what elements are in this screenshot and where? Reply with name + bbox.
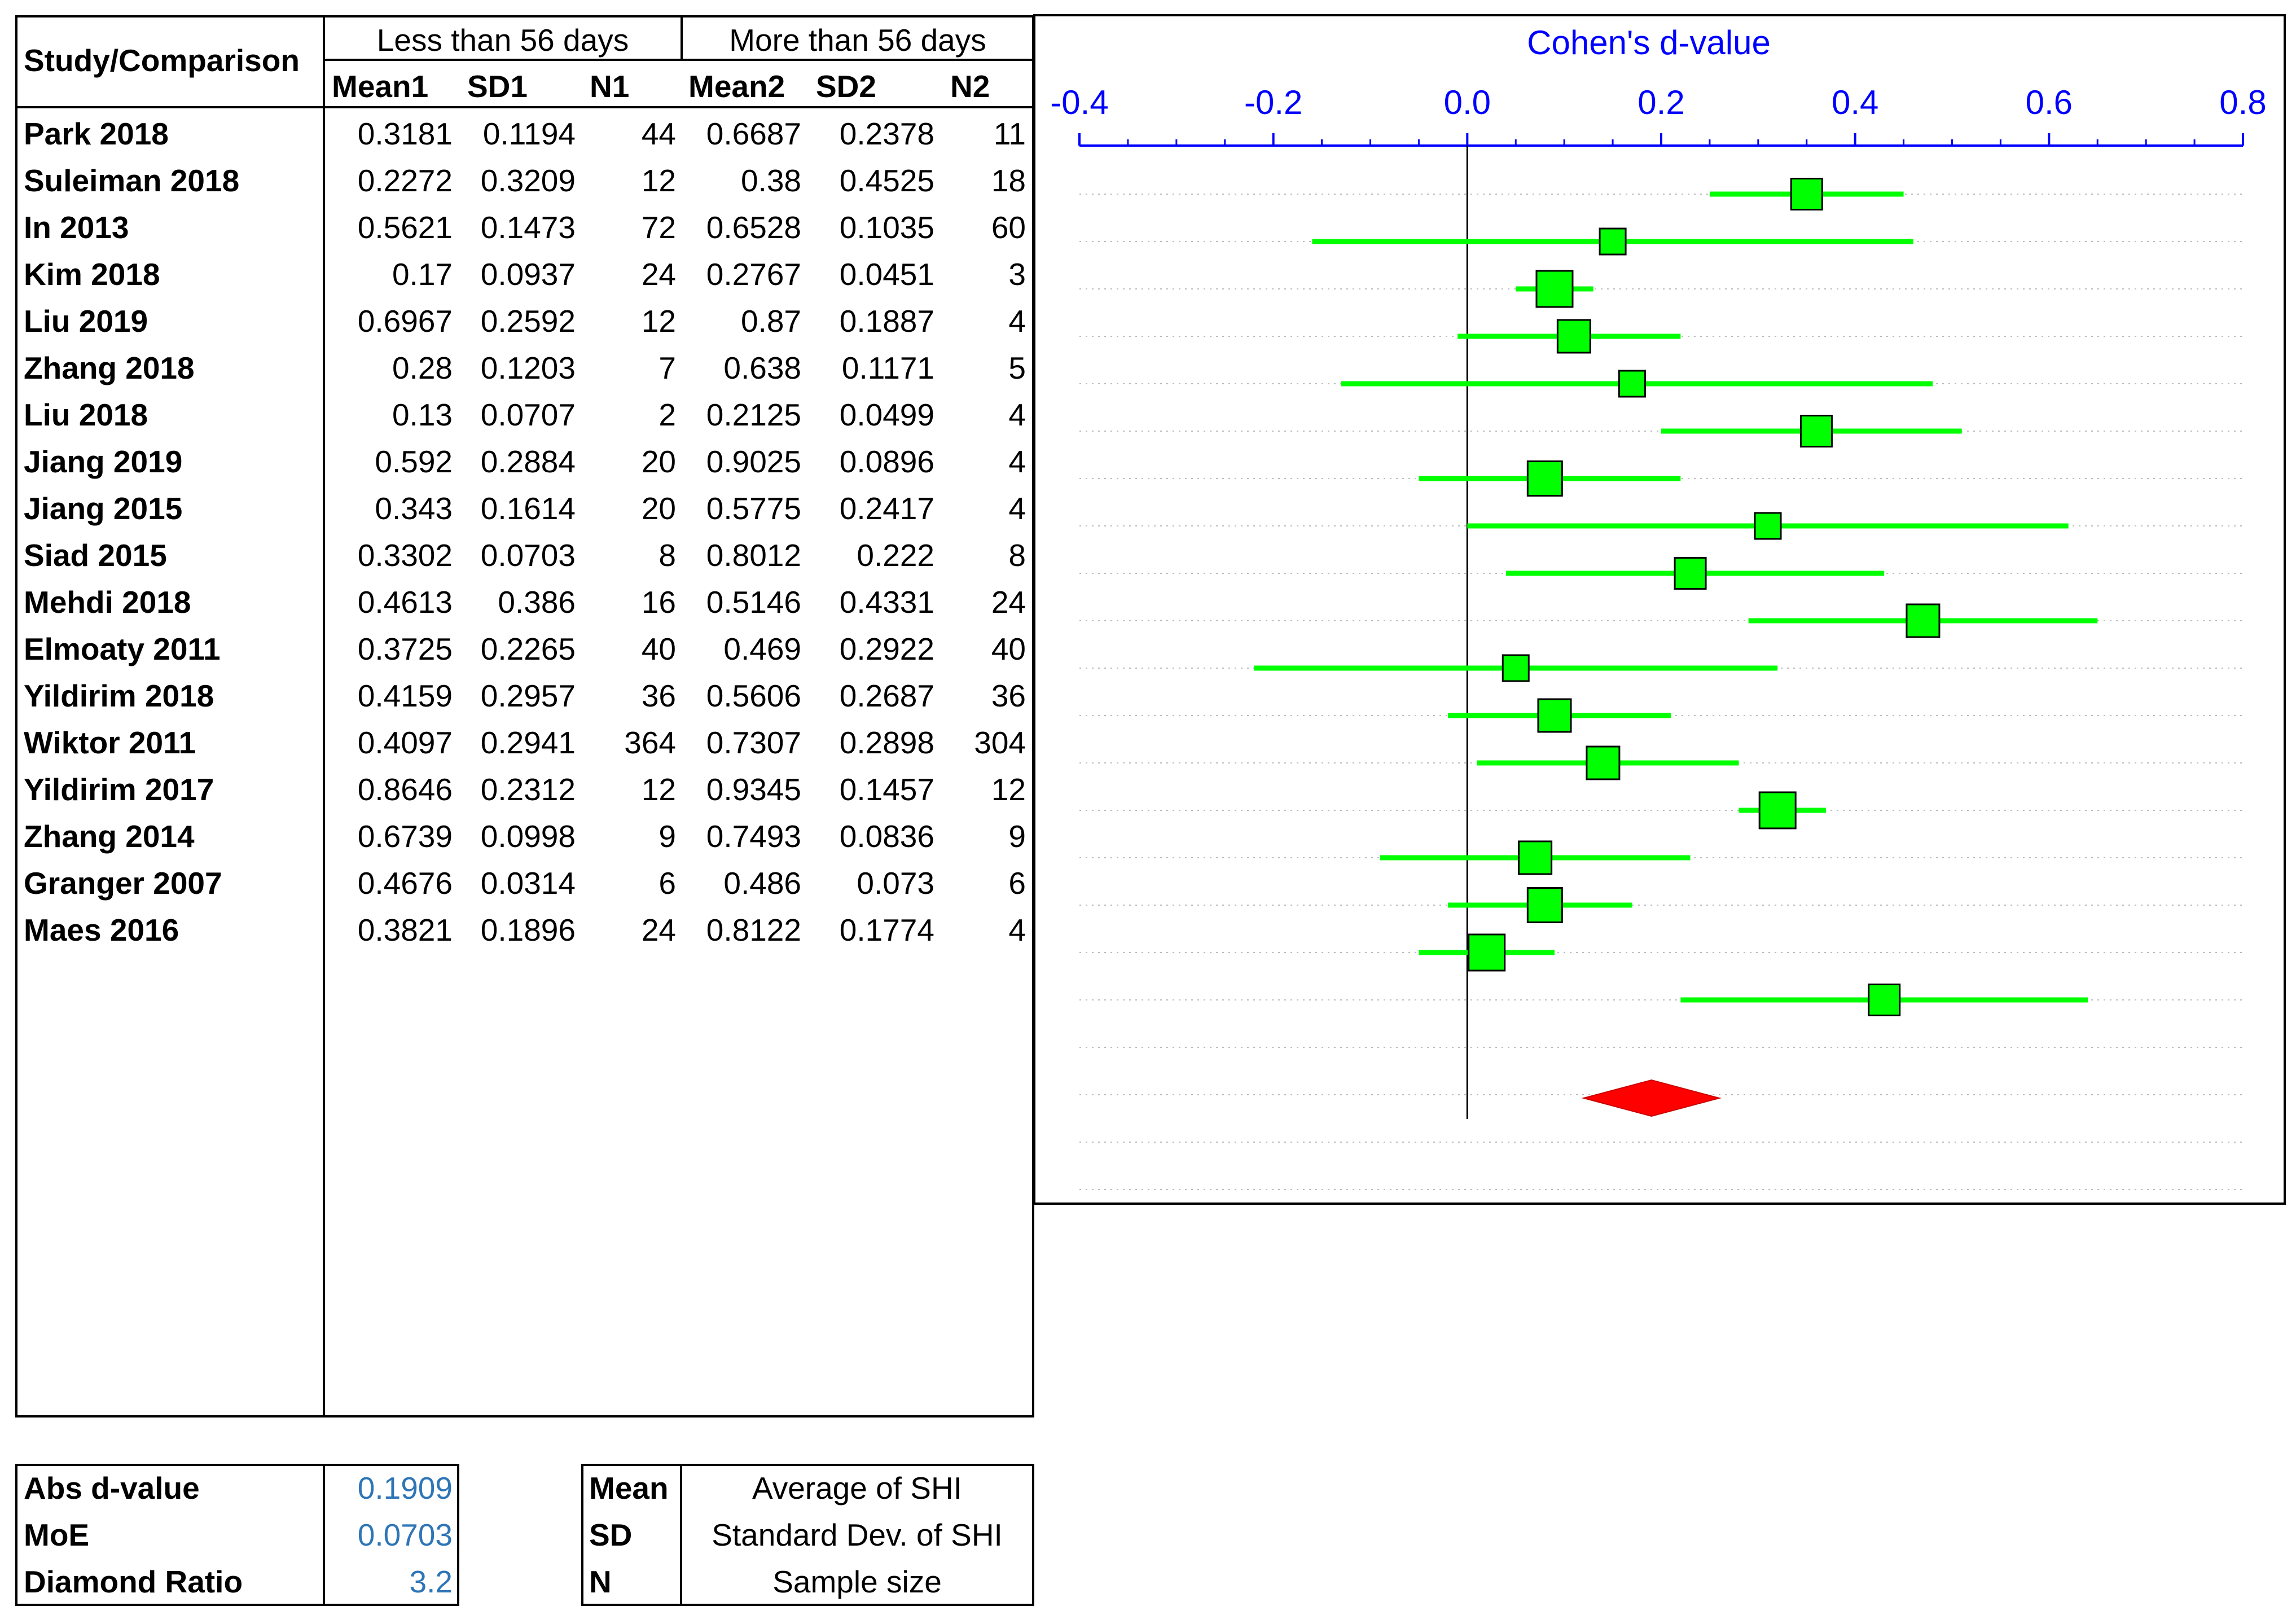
summary-diamond [1581,1079,1722,1117]
study-marker [1535,270,1574,308]
x-tick-label: 0.8 [2219,84,2266,121]
study-marker [1518,840,1553,875]
study-marker [1526,887,1563,923]
x-tick-label: -0.4 [1050,84,1108,121]
study-marker [1790,178,1823,210]
plot-title: Cohen's d-value [1527,24,1771,62]
study-marker [1468,933,1506,972]
study-marker [1758,791,1797,830]
study-marker [1526,460,1563,497]
study-marker [1586,745,1621,780]
study-marker [1618,370,1646,398]
study-marker [1537,698,1572,733]
x-axis: -0.4 -0.2 0.0 0.2 0.4 0.6 0.8 [1050,84,2267,147]
x-tick-label: 0.6 [2026,84,2073,121]
study-marker [1599,227,1627,256]
x-tick-label: 0.0 [1444,84,1491,121]
x-tick-label: 0.2 [1638,84,1684,121]
forest-plot: Cohen's d-value -0.4 -0.2 0.0 0.2 0.4 0.6 0.8 [1033,14,2286,1205]
x-tick-label: -0.2 [1244,84,1302,121]
study-marker [1556,319,1591,354]
study-marker [1868,984,1901,1016]
study-marker [1674,557,1707,590]
study-marker [1906,603,1941,638]
study-marker [1799,415,1833,447]
study-rows [1079,146,2243,1190]
x-tick-label: 0.4 [1832,84,1878,121]
study-marker [1502,654,1530,682]
study-marker [1754,512,1782,540]
plot-frame [1033,14,2286,1205]
